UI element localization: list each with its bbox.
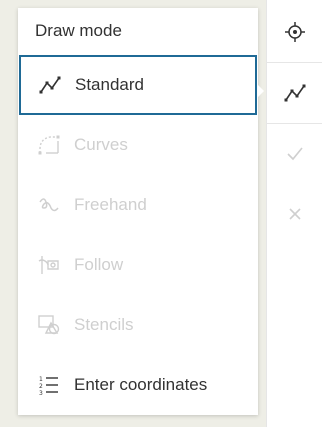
- coordinates-list-icon: 1 2 3: [38, 374, 60, 396]
- menu-item-label: Stencils: [74, 315, 134, 334]
- draw-polyline-button[interactable]: [267, 63, 322, 123]
- menu-item-label: Follow: [74, 255, 124, 274]
- locate-button[interactable]: [267, 2, 322, 62]
- curve-icon: [38, 134, 60, 156]
- follow-icon: [38, 254, 60, 276]
- panel-title: Draw mode: [35, 21, 122, 40]
- panel-pointer: [258, 85, 264, 97]
- menu-item-label: Freehand: [74, 195, 147, 214]
- menu-item-freehand[interactable]: Freehand: [18, 175, 258, 235]
- freehand-icon: [38, 194, 60, 216]
- stencils-icon: [38, 314, 60, 336]
- complete-button[interactable]: [267, 124, 322, 184]
- draw-mode-panel: Draw mode Standard Curves Freehand Follo…: [18, 8, 258, 415]
- menu-item-label: Curves: [74, 135, 128, 154]
- menu-item-label: Enter coordinates: [74, 375, 208, 394]
- menu-item-stencils[interactable]: Stencils: [18, 295, 258, 355]
- menu-item-enter-coordinates[interactable]: 1 2 3 Enter coordinates: [18, 355, 258, 415]
- checkmark-icon: [287, 147, 303, 161]
- right-toolbar: [266, 0, 322, 427]
- polyline-icon: [39, 74, 61, 96]
- crosshair-icon: [285, 22, 305, 42]
- menu-item-label: Standard: [75, 75, 144, 94]
- svg-text:1: 1: [39, 376, 43, 383]
- cancel-button[interactable]: [267, 184, 322, 244]
- menu-item-follow[interactable]: Follow: [18, 235, 258, 295]
- close-icon: [289, 208, 301, 220]
- menu-item-standard[interactable]: Standard: [19, 55, 257, 115]
- svg-text:3: 3: [39, 390, 43, 395]
- menu-item-curves[interactable]: Curves: [18, 115, 258, 175]
- polyline-icon: [284, 84, 306, 102]
- svg-text:2: 2: [39, 383, 43, 390]
